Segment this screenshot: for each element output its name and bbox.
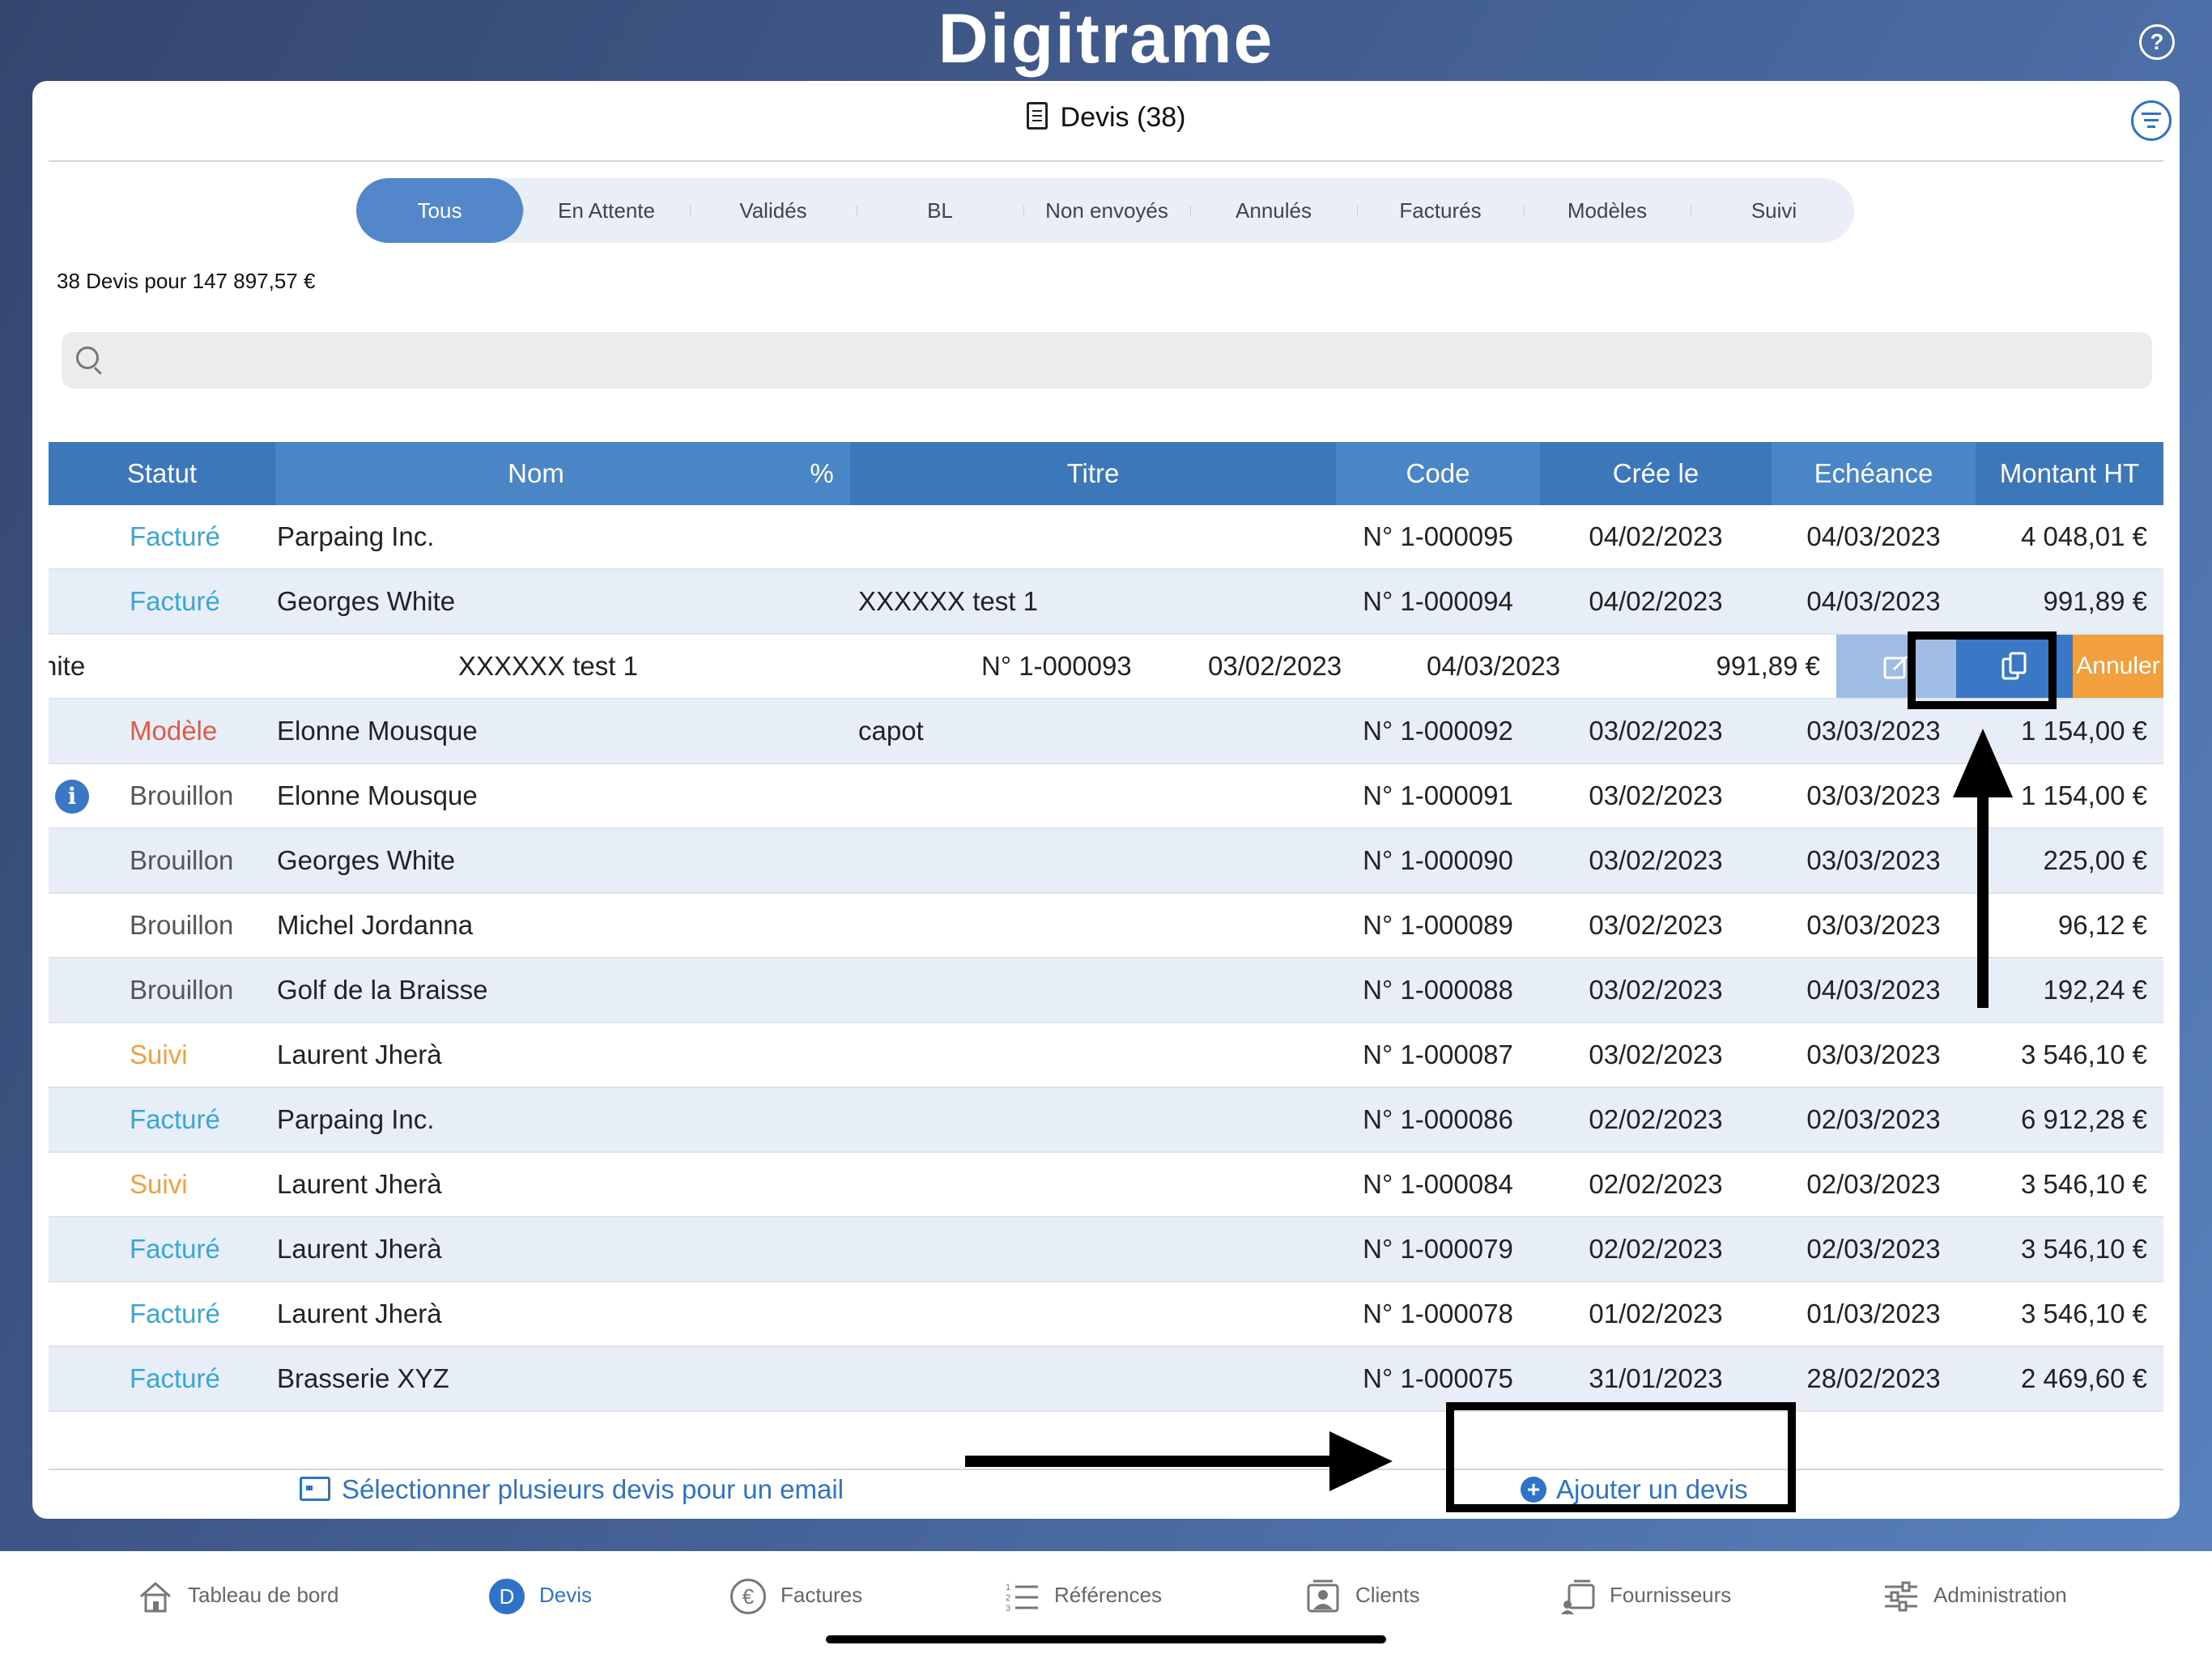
sliders-icon bbox=[1885, 1581, 1917, 1612]
tab-label: Tableau de bord bbox=[188, 1583, 339, 1607]
tab-label: Références bbox=[1054, 1583, 1162, 1607]
tab-factures[interactable]: € Factures bbox=[730, 1572, 862, 1618]
tab-références[interactable]: 1 2 3 Références bbox=[1004, 1572, 1162, 1618]
tab-fournisseurs[interactable]: Fournisseurs bbox=[1559, 1572, 1731, 1618]
tab-label: Clients bbox=[1355, 1583, 1420, 1607]
tab-devis[interactable]: D Devis bbox=[489, 1572, 592, 1618]
tab-tableau-de-bord[interactable]: Tableau de bord bbox=[138, 1572, 338, 1618]
devis-icon: D bbox=[489, 1579, 525, 1615]
tab-label: Devis bbox=[539, 1583, 593, 1607]
svg-text:3: 3 bbox=[1006, 1604, 1010, 1613]
home-indicator bbox=[826, 1635, 1386, 1643]
svg-text:1: 1 bbox=[1006, 1583, 1010, 1592]
home-icon bbox=[140, 1582, 171, 1613]
euro-icon: € bbox=[730, 1579, 766, 1615]
suppliers-icon bbox=[1561, 1579, 1595, 1615]
tab-administration[interactable]: Administration bbox=[1883, 1572, 2067, 1618]
svg-text:2: 2 bbox=[1006, 1593, 1010, 1603]
list-icon: 123 bbox=[1006, 1583, 1038, 1613]
tab-label: Fournisseurs bbox=[1610, 1583, 1732, 1607]
clients-icon bbox=[1307, 1579, 1339, 1613]
tab-clients[interactable]: Clients bbox=[1305, 1572, 1419, 1618]
annotation-arrows bbox=[965, 729, 2013, 1491]
tab-label: Administration bbox=[1933, 1583, 2067, 1607]
tab-label: Factures bbox=[781, 1583, 863, 1607]
